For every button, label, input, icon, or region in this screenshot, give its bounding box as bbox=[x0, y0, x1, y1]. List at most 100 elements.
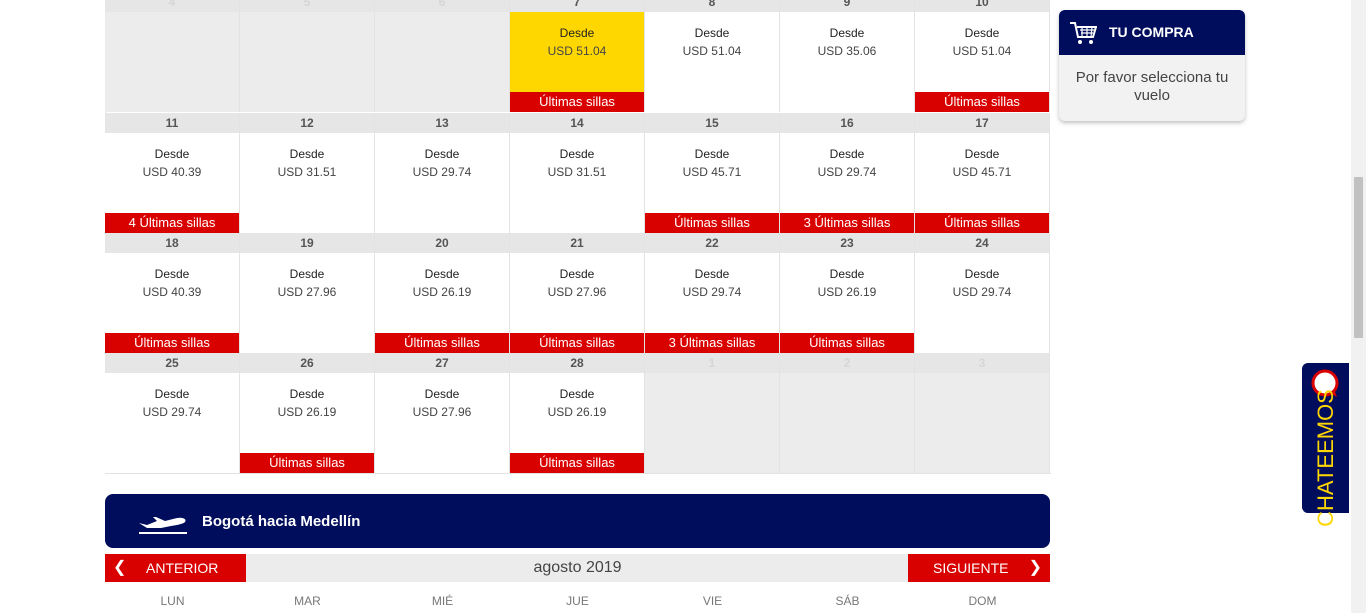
fare-from-label: Desde bbox=[424, 147, 460, 161]
last-seats-badge: 4 Últimas sillas bbox=[105, 213, 239, 233]
calendar-day-cell[interactable]: 9 Desde USD 35.06 bbox=[780, 0, 915, 112]
day-number: 21 bbox=[510, 233, 644, 253]
last-seats-badge: Últimas sillas bbox=[105, 333, 239, 353]
calendar-day-cell[interactable]: 23 Desde USD 26.19 Últimas sillas bbox=[780, 233, 915, 353]
calendar-day-cell[interactable]: 15 Desde USD 45.71 Últimas sillas bbox=[645, 113, 780, 233]
last-seats-badge: Últimas sillas bbox=[510, 92, 644, 112]
fare-price: USD 26.19 bbox=[547, 405, 607, 419]
calendar-day-disabled: 6 bbox=[375, 0, 510, 112]
route-banner: Bogotá hacia Medellín bbox=[105, 494, 1050, 548]
day-number: 22 bbox=[645, 233, 779, 253]
chat-widget-button[interactable]: CHATEEMOS bbox=[1302, 363, 1349, 527]
calendar-day-cell[interactable]: 14 Desde USD 31.51 bbox=[510, 113, 645, 233]
calendar-day-cell[interactable]: 24 Desde USD 29.74 bbox=[915, 233, 1050, 353]
day-number: 3 bbox=[915, 353, 1049, 373]
calendar-day-cell[interactable]: 25 Desde USD 29.74 bbox=[105, 353, 240, 473]
fare-price: USD 51.04 bbox=[682, 44, 742, 58]
fare-price: USD 27.96 bbox=[547, 285, 607, 299]
day-fare-area: Desde USD 45.71 Últimas sillas bbox=[645, 133, 779, 233]
fare-from-label: Desde bbox=[964, 267, 1000, 281]
scrollbar-thumb[interactable] bbox=[1354, 177, 1363, 338]
day-number: 4 bbox=[105, 0, 239, 12]
fare-from-label: Desde bbox=[154, 387, 190, 401]
day-fare-area: Desde USD 29.74 bbox=[915, 253, 1049, 353]
calendar-day-cell[interactable]: 22 Desde USD 29.74 3 Últimas sillas bbox=[645, 233, 780, 353]
last-seats-badge: Últimas sillas bbox=[510, 333, 644, 353]
calendar-day-cell[interactable]: 20 Desde USD 26.19 Últimas sillas bbox=[375, 233, 510, 353]
fare-from-label: Desde bbox=[289, 267, 325, 281]
day-number: 7 bbox=[510, 0, 644, 12]
next-month-button[interactable]: SIGUIENTE ❯ bbox=[908, 554, 1050, 582]
last-seats-badge: Últimas sillas bbox=[915, 92, 1049, 112]
calendar-day-selected[interactable]: 7 Desde USD 51.04 Últimas sillas bbox=[510, 0, 645, 112]
fare-from-label: Desde bbox=[829, 26, 865, 40]
calendar-day-cell[interactable]: 28 Desde USD 26.19 Últimas sillas bbox=[510, 353, 645, 473]
day-number: 12 bbox=[240, 113, 374, 133]
fare-from-label: Desde bbox=[559, 267, 595, 281]
weekday-sat: SÁB bbox=[835, 594, 860, 608]
fare-from-label: Desde bbox=[559, 26, 595, 40]
weekday-thu: JUE bbox=[566, 594, 589, 608]
day-fare-area: Desde USD 29.74 3 Últimas sillas bbox=[645, 253, 779, 353]
calendar-day-cell[interactable]: 18 Desde USD 40.39 Últimas sillas bbox=[105, 233, 240, 353]
day-fare-area: Desde USD 26.19 Últimas sillas bbox=[780, 253, 914, 353]
page-scrollbar[interactable] bbox=[1351, 0, 1366, 613]
day-number: 6 bbox=[375, 0, 509, 12]
day-number: 28 bbox=[510, 353, 644, 373]
calendar-day-disabled: 5 bbox=[240, 0, 375, 112]
day-number: 10 bbox=[915, 0, 1049, 12]
chevron-right-icon: ❯ bbox=[1028, 559, 1042, 576]
day-number: 9 bbox=[780, 0, 914, 12]
day-fare-area: Desde USD 29.74 bbox=[105, 373, 239, 473]
calendar-day-cell[interactable]: 10 Desde USD 51.04 Últimas sillas bbox=[915, 0, 1050, 112]
calendar-day-cell[interactable]: 11 Desde USD 40.39 4 Últimas sillas bbox=[105, 113, 240, 233]
calendar-day-cell[interactable]: 19 Desde USD 27.96 bbox=[240, 233, 375, 353]
fare-from-label: Desde bbox=[559, 147, 595, 161]
fare-price: USD 29.74 bbox=[142, 405, 202, 419]
day-number: 5 bbox=[240, 0, 374, 12]
day-fare-area bbox=[780, 373, 914, 473]
calendar-day-cell[interactable]: 12 Desde USD 31.51 bbox=[240, 113, 375, 233]
calendar-day-cell[interactable]: 26 Desde USD 26.19 Últimas sillas bbox=[240, 353, 375, 473]
last-seats-badge: 3 Últimas sillas bbox=[780, 213, 914, 233]
day-number: 25 bbox=[105, 353, 239, 373]
cart-icon bbox=[1070, 22, 1097, 44]
fare-price: USD 51.04 bbox=[547, 44, 607, 58]
day-fare-area: Desde USD 35.06 bbox=[780, 12, 914, 112]
fare-from-label: Desde bbox=[559, 387, 595, 401]
calendar-day-cell[interactable]: 17 Desde USD 45.71 Últimas sillas bbox=[915, 113, 1050, 233]
day-fare-area: Desde USD 51.04 bbox=[645, 12, 779, 112]
last-seats-badge: Últimas sillas bbox=[780, 333, 914, 353]
fare-price: USD 29.74 bbox=[682, 285, 742, 299]
day-number: 27 bbox=[375, 353, 509, 373]
purchase-summary-message: Por favor selecciona tu vuelo bbox=[1075, 69, 1229, 104]
day-fare-area: Desde USD 26.19 Últimas sillas bbox=[375, 253, 509, 353]
day-number: 14 bbox=[510, 113, 644, 133]
calendar-day-cell[interactable]: 8 Desde USD 51.04 bbox=[645, 0, 780, 112]
fare-from-label: Desde bbox=[424, 387, 460, 401]
fare-price: USD 35.06 bbox=[817, 44, 877, 58]
fare-from-label: Desde bbox=[154, 267, 190, 281]
day-number: 16 bbox=[780, 113, 914, 133]
day-fare-area: Desde USD 51.04 Últimas sillas bbox=[915, 12, 1049, 112]
previous-month-button[interactable]: ❮ ANTERIOR bbox=[105, 554, 246, 582]
fare-from-label: Desde bbox=[289, 387, 325, 401]
calendar-day-disabled: 4 bbox=[105, 0, 240, 112]
fare-price: USD 29.74 bbox=[952, 285, 1012, 299]
day-number: 18 bbox=[105, 233, 239, 253]
day-fare-area: Desde USD 45.71 Últimas sillas bbox=[915, 133, 1049, 233]
weekday-tue: MAR bbox=[294, 594, 321, 608]
day-fare-area: Desde USD 26.19 Últimas sillas bbox=[240, 373, 374, 473]
calendar-day-cell[interactable]: 13 Desde USD 29.74 bbox=[375, 113, 510, 233]
calendar-day-cell[interactable]: 16 Desde USD 29.74 3 Últimas sillas bbox=[780, 113, 915, 233]
fare-price: USD 27.96 bbox=[277, 285, 337, 299]
calendar-day-cell[interactable]: 27 Desde USD 27.96 bbox=[375, 353, 510, 473]
fare-price: USD 31.51 bbox=[277, 165, 337, 179]
day-number: 15 bbox=[645, 113, 779, 133]
fare-from-label: Desde bbox=[829, 147, 865, 161]
calendar-day-cell[interactable]: 21 Desde USD 27.96 Últimas sillas bbox=[510, 233, 645, 353]
last-seats-badge: Últimas sillas bbox=[510, 453, 644, 473]
fare-from-label: Desde bbox=[694, 26, 730, 40]
purchase-summary-header: TU COMPRA bbox=[1059, 10, 1245, 55]
fare-from-label: Desde bbox=[424, 267, 460, 281]
